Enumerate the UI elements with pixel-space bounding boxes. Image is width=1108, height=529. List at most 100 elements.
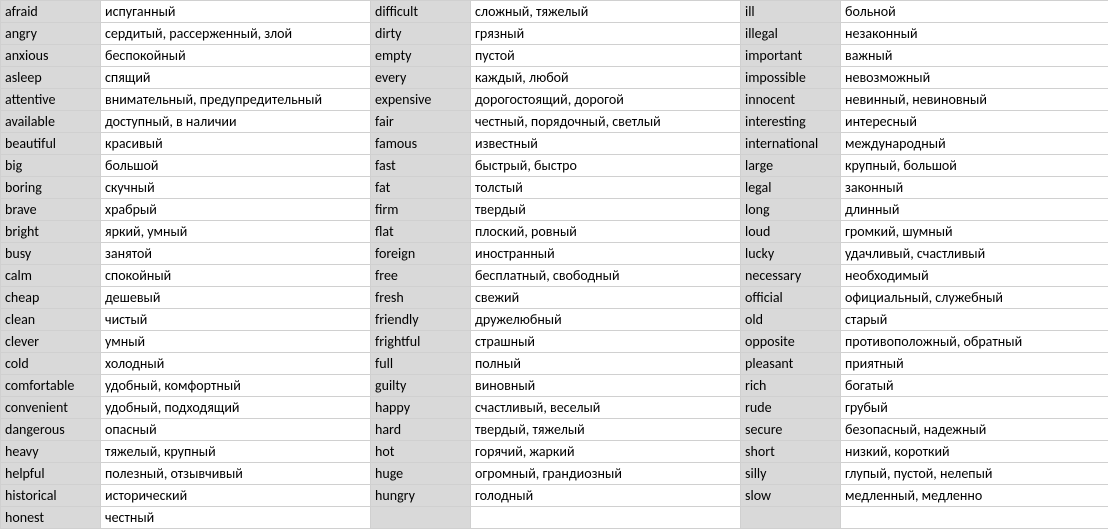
russian-translation[interactable]: известный <box>471 133 741 155</box>
english-word[interactable]: expensive <box>371 89 471 111</box>
english-word[interactable]: helpful <box>1 463 101 485</box>
russian-translation[interactable]: грязный <box>471 23 741 45</box>
english-word[interactable]: rich <box>741 375 841 397</box>
russian-translation[interactable]: твердый, тяжелый <box>471 419 741 441</box>
russian-translation[interactable]: иностранный <box>471 243 741 265</box>
english-word[interactable]: rude <box>741 397 841 419</box>
russian-translation[interactable]: невозможный <box>841 67 1108 89</box>
russian-translation[interactable]: незаконный <box>841 23 1108 45</box>
russian-translation[interactable]: удачливый, счастливый <box>841 243 1108 265</box>
english-word[interactable]: interesting <box>741 111 841 133</box>
english-word[interactable]: afraid <box>1 1 101 23</box>
english-word[interactable]: huge <box>371 463 471 485</box>
english-word[interactable]: friendly <box>371 309 471 331</box>
english-word[interactable]: large <box>741 155 841 177</box>
english-word[interactable]: loud <box>741 221 841 243</box>
english-word[interactable]: opposite <box>741 331 841 353</box>
russian-translation[interactable] <box>841 507 1108 529</box>
russian-translation[interactable]: яркий, умный <box>101 221 371 243</box>
russian-translation[interactable]: плоский, ровный <box>471 221 741 243</box>
russian-translation[interactable]: доступный, в наличии <box>101 111 371 133</box>
russian-translation[interactable]: свежий <box>471 287 741 309</box>
english-word[interactable]: busy <box>1 243 101 265</box>
english-word[interactable]: historical <box>1 485 101 507</box>
russian-translation[interactable]: удобный, подходящий <box>101 397 371 419</box>
english-word[interactable]: guilty <box>371 375 471 397</box>
english-word[interactable]: brave <box>1 199 101 221</box>
english-word[interactable]: official <box>741 287 841 309</box>
english-word[interactable]: lucky <box>741 243 841 265</box>
russian-translation[interactable]: твердый <box>471 199 741 221</box>
russian-translation[interactable]: богатый <box>841 375 1108 397</box>
english-word[interactable]: free <box>371 265 471 287</box>
english-word[interactable]: long <box>741 199 841 221</box>
russian-translation[interactable]: грубый <box>841 397 1108 419</box>
english-word[interactable]: beautiful <box>1 133 101 155</box>
english-word[interactable]: calm <box>1 265 101 287</box>
english-word[interactable]: firm <box>371 199 471 221</box>
english-word[interactable]: comfortable <box>1 375 101 397</box>
english-word[interactable]: international <box>741 133 841 155</box>
english-word[interactable] <box>741 507 841 529</box>
russian-translation[interactable]: законный <box>841 177 1108 199</box>
russian-translation[interactable]: горячий, жаркий <box>471 441 741 463</box>
english-word[interactable]: angry <box>1 23 101 45</box>
russian-translation[interactable]: сердитый, рассерженный, злой <box>101 23 371 45</box>
russian-translation[interactable]: испуганный <box>101 1 371 23</box>
russian-translation[interactable]: занятой <box>101 243 371 265</box>
russian-translation[interactable]: противоположный, обратный <box>841 331 1108 353</box>
russian-translation[interactable]: дорогостоящий, дорогой <box>471 89 741 111</box>
english-word[interactable]: slow <box>741 485 841 507</box>
russian-translation[interactable]: бесплатный, свободный <box>471 265 741 287</box>
russian-translation[interactable]: невинный, невиновный <box>841 89 1108 111</box>
english-word[interactable]: fast <box>371 155 471 177</box>
english-word[interactable]: old <box>741 309 841 331</box>
english-word[interactable]: impossible <box>741 67 841 89</box>
russian-translation[interactable]: международный <box>841 133 1108 155</box>
english-word[interactable]: dangerous <box>1 419 101 441</box>
english-word[interactable]: frightful <box>371 331 471 353</box>
russian-translation[interactable]: интересный <box>841 111 1108 133</box>
english-word[interactable]: asleep <box>1 67 101 89</box>
english-word[interactable]: bright <box>1 221 101 243</box>
english-word[interactable]: legal <box>741 177 841 199</box>
english-word[interactable]: difficult <box>371 1 471 23</box>
russian-translation[interactable]: дешевый <box>101 287 371 309</box>
russian-translation[interactable]: толстый <box>471 177 741 199</box>
english-word[interactable]: heavy <box>1 441 101 463</box>
russian-translation[interactable]: страшный <box>471 331 741 353</box>
russian-translation[interactable]: честный, порядочный, светлый <box>471 111 741 133</box>
russian-translation[interactable]: больной <box>841 1 1108 23</box>
russian-translation[interactable] <box>471 507 741 529</box>
russian-translation[interactable]: чистый <box>101 309 371 331</box>
english-word[interactable]: boring <box>1 177 101 199</box>
russian-translation[interactable]: голодный <box>471 485 741 507</box>
english-word[interactable]: fat <box>371 177 471 199</box>
english-word[interactable]: big <box>1 155 101 177</box>
russian-translation[interactable]: длинный <box>841 199 1108 221</box>
english-word[interactable]: illegal <box>741 23 841 45</box>
russian-translation[interactable]: виновный <box>471 375 741 397</box>
english-word[interactable]: empty <box>371 45 471 67</box>
english-word[interactable]: honest <box>1 507 101 529</box>
english-word[interactable]: anxious <box>1 45 101 67</box>
russian-translation[interactable]: медленный, медленно <box>841 485 1108 507</box>
english-word[interactable]: cheap <box>1 287 101 309</box>
russian-translation[interactable]: беспокойный <box>101 45 371 67</box>
russian-translation[interactable]: опасный <box>101 419 371 441</box>
english-word[interactable]: silly <box>741 463 841 485</box>
russian-translation[interactable]: старый <box>841 309 1108 331</box>
english-word[interactable]: cold <box>1 353 101 375</box>
english-word[interactable]: clever <box>1 331 101 353</box>
english-word[interactable]: hot <box>371 441 471 463</box>
russian-translation[interactable]: тяжелый, крупный <box>101 441 371 463</box>
russian-translation[interactable]: важный <box>841 45 1108 67</box>
english-word[interactable]: famous <box>371 133 471 155</box>
russian-translation[interactable]: пустой <box>471 45 741 67</box>
russian-translation[interactable]: глупый, пустой, нелепый <box>841 463 1108 485</box>
russian-translation[interactable]: быстрый, быстро <box>471 155 741 177</box>
russian-translation[interactable]: огромный, грандиозный <box>471 463 741 485</box>
russian-translation[interactable]: спокойный <box>101 265 371 287</box>
russian-translation[interactable]: сложный, тяжелый <box>471 1 741 23</box>
english-word[interactable]: ill <box>741 1 841 23</box>
